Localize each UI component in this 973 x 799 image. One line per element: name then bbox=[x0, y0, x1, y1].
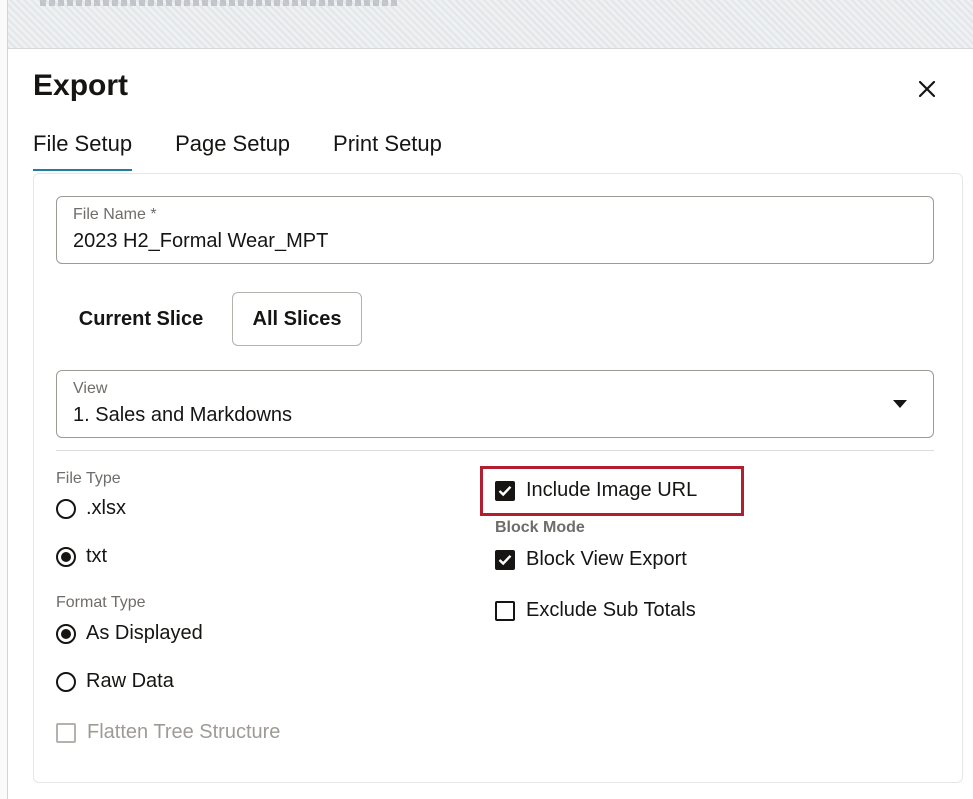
file-type-xlsx-radio[interactable]: .xlsx bbox=[56, 497, 126, 520]
file-type-label: File Type bbox=[56, 470, 121, 487]
file-type-txt-radio[interactable]: txt bbox=[56, 545, 107, 568]
include-image-url-checkbox[interactable]: Include Image URL bbox=[495, 479, 697, 502]
all-slices-button[interactable]: All Slices bbox=[232, 292, 362, 346]
radio-unselected-icon bbox=[56, 498, 76, 519]
checkbox-checked-icon bbox=[495, 549, 515, 570]
checkbox-unchecked-icon bbox=[56, 722, 76, 743]
include-image-url-label: Include Image URL bbox=[526, 479, 698, 501]
file-name-field[interactable]: File Name * 2023 H2_Formal Wear_MPT bbox=[56, 196, 934, 264]
export-dialog: Export File Setup Page Setup Print Setup… bbox=[8, 48, 973, 799]
section-divider bbox=[56, 450, 934, 451]
file-name-value: 2023 H2_Formal Wear_MPT bbox=[73, 230, 329, 252]
checkbox-unchecked-icon bbox=[495, 600, 515, 621]
format-type-label: Format Type bbox=[56, 594, 146, 611]
view-value: 1. Sales and Markdowns bbox=[73, 404, 293, 426]
current-slice-button[interactable]: Current Slice bbox=[56, 292, 226, 346]
block-mode-label: Block Mode bbox=[495, 519, 585, 536]
background-page-strip bbox=[0, 0, 973, 52]
radio-selected-icon bbox=[56, 546, 76, 567]
checkbox-checked-icon bbox=[495, 480, 515, 501]
close-button[interactable] bbox=[911, 73, 943, 105]
chevron-down-icon bbox=[893, 400, 907, 408]
file-type-xlsx-label: .xlsx bbox=[86, 497, 126, 519]
view-label: View bbox=[73, 380, 108, 397]
radio-unselected-icon bbox=[56, 671, 76, 692]
tab-file-setup[interactable]: File Setup bbox=[33, 131, 133, 171]
block-view-export-checkbox[interactable]: Block View Export bbox=[495, 548, 687, 571]
exclude-sub-totals-checkbox[interactable]: Exclude Sub Totals bbox=[495, 599, 696, 622]
radio-selected-icon bbox=[56, 623, 76, 644]
close-icon bbox=[918, 80, 936, 98]
tab-bar: File Setup Page Setup Print Setup bbox=[33, 131, 485, 171]
tab-print-setup[interactable]: Print Setup bbox=[333, 131, 442, 171]
format-as-displayed-radio[interactable]: As Displayed bbox=[56, 622, 203, 645]
view-select[interactable]: View 1. Sales and Markdowns bbox=[56, 370, 934, 438]
dialog-title: Export bbox=[33, 69, 129, 102]
format-raw-data-radio[interactable]: Raw Data bbox=[56, 670, 174, 693]
exclude-sub-totals-label: Exclude Sub Totals bbox=[526, 599, 696, 621]
tab-page-setup[interactable]: Page Setup bbox=[175, 131, 290, 171]
flatten-tree-label: Flatten Tree Structure bbox=[87, 721, 281, 743]
file-type-txt-label: txt bbox=[86, 545, 108, 567]
format-as-displayed-label: As Displayed bbox=[86, 622, 203, 644]
file-name-label: File Name * bbox=[73, 206, 157, 223]
background-blurred-text bbox=[40, 0, 400, 6]
block-view-export-label: Block View Export bbox=[526, 548, 687, 570]
file-setup-panel: File Name * 2023 H2_Formal Wear_MPT Curr… bbox=[33, 173, 963, 783]
background-left-edge bbox=[0, 0, 8, 799]
flatten-tree-checkbox[interactable]: Flatten Tree Structure bbox=[56, 721, 280, 744]
format-raw-data-label: Raw Data bbox=[86, 670, 174, 692]
